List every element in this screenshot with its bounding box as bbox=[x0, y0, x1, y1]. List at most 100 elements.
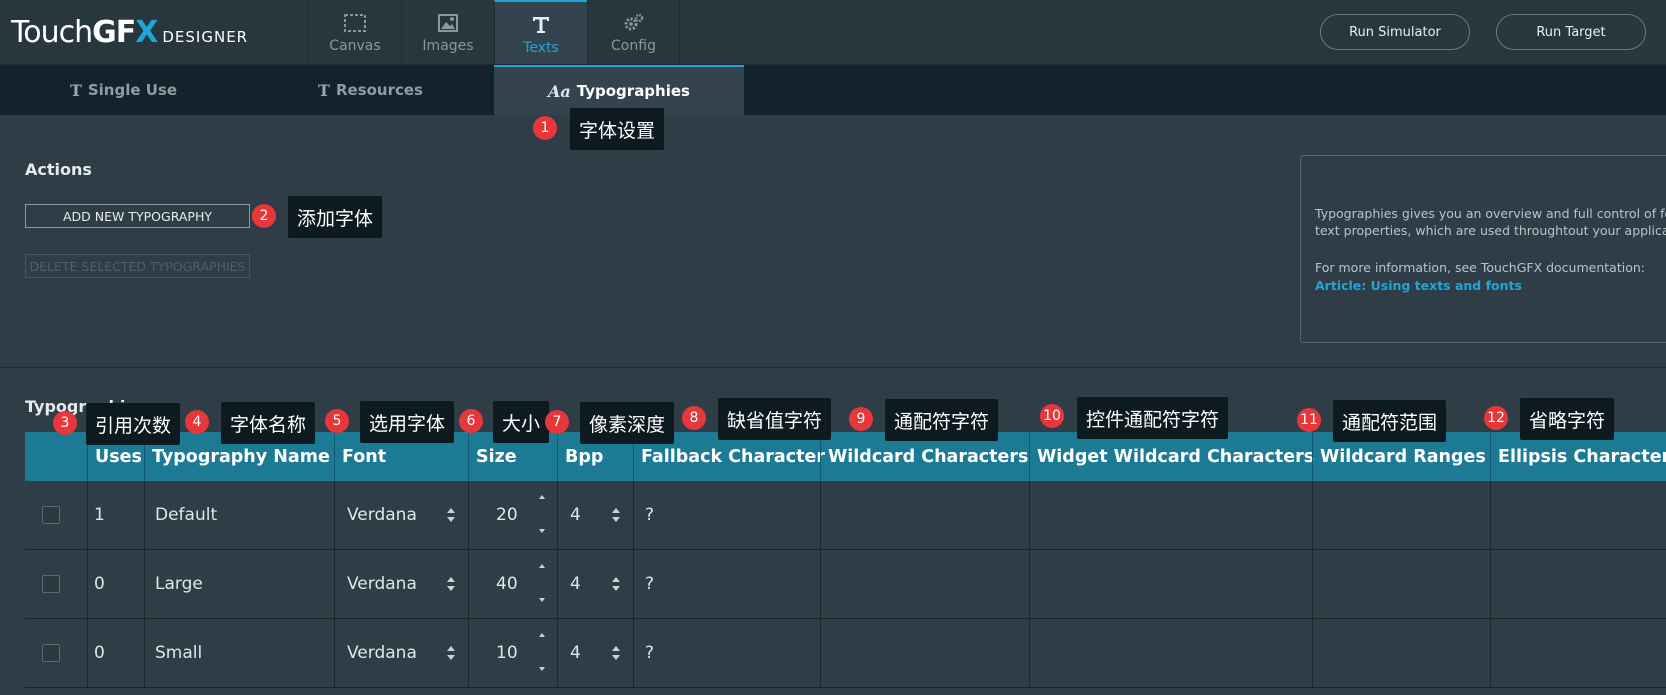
bpp-value: 4 bbox=[570, 505, 581, 525]
tab-texts[interactable]: Texts bbox=[494, 0, 587, 64]
subtab-resources[interactable]: T Resources bbox=[247, 65, 494, 115]
canvas-icon bbox=[309, 13, 401, 33]
uses-cell: 0 bbox=[87, 550, 144, 618]
font-select-value: Verdana bbox=[347, 574, 417, 594]
font-select[interactable]: Verdana bbox=[334, 619, 468, 687]
typography-name-cell[interactable]: Large bbox=[144, 550, 334, 618]
size-stepper[interactable]: 20 bbox=[468, 481, 557, 549]
tab-canvas[interactable]: Canvas bbox=[308, 0, 401, 64]
gears-icon bbox=[588, 13, 679, 33]
annotation-label-1: 字体设置 bbox=[570, 108, 665, 150]
image-icon bbox=[402, 13, 494, 33]
annotation-label-9: 通配符字符 bbox=[885, 399, 999, 441]
wildcard-ranges-cell[interactable] bbox=[1312, 619, 1490, 687]
annotation-label-7: 像素深度 bbox=[580, 402, 675, 444]
widget-wildcard-characters-cell[interactable] bbox=[1029, 481, 1312, 549]
annotation-badge-2: 2 bbox=[252, 204, 276, 228]
annotation-badge-6: 6 bbox=[459, 409, 483, 433]
table-row[interactable]: 0 Small Verdana 10 4 ? bbox=[25, 619, 1666, 688]
annotation-label-11: 通配符范围 bbox=[1333, 400, 1447, 442]
ellipsis-character-cell[interactable] bbox=[1490, 550, 1666, 618]
wildcard-characters-cell[interactable] bbox=[820, 550, 1029, 618]
annotation-badge-9: 9 bbox=[849, 407, 873, 431]
spin-down-icon[interactable] bbox=[537, 665, 547, 673]
typography-name-cell[interactable]: Default bbox=[144, 481, 334, 549]
text-icon: T bbox=[69, 80, 82, 100]
wildcard-characters-cell[interactable] bbox=[820, 619, 1029, 687]
row-checkbox[interactable] bbox=[42, 644, 60, 662]
info-text-line1: Typographies gives you an overview and f… bbox=[1315, 206, 1666, 221]
run-simulator-button[interactable]: Run Simulator bbox=[1320, 14, 1470, 50]
bpp-value: 4 bbox=[570, 574, 581, 594]
logo-text-touch: Touch bbox=[11, 15, 93, 50]
uses-cell: 0 bbox=[87, 619, 144, 687]
font-select[interactable]: Verdana bbox=[334, 550, 468, 618]
size-value: 20 bbox=[496, 505, 518, 525]
font-select-value: Verdana bbox=[347, 643, 417, 663]
table-row[interactable]: 1 Default Verdana 20 4 ? bbox=[25, 481, 1666, 550]
wildcard-ranges-cell[interactable] bbox=[1312, 550, 1490, 618]
subtab-typographies-label: Typographies bbox=[576, 82, 690, 100]
spin-down-icon[interactable] bbox=[537, 596, 547, 604]
add-new-typography-button[interactable]: ADD NEW TYPOGRAPHY bbox=[25, 204, 250, 228]
subtab-resources-label: Resources bbox=[335, 81, 423, 99]
ellipsis-character-cell[interactable] bbox=[1490, 619, 1666, 687]
tab-images-label: Images bbox=[422, 38, 474, 54]
tab-images[interactable]: Images bbox=[401, 0, 494, 64]
row-select-cell bbox=[25, 619, 87, 687]
annotation-label-3: 引用次数 bbox=[86, 403, 181, 445]
row-checkbox[interactable] bbox=[42, 575, 60, 593]
bpp-select[interactable]: 4 bbox=[557, 619, 633, 687]
wildcard-ranges-cell[interactable] bbox=[1312, 481, 1490, 549]
select-arrows-icon bbox=[447, 646, 455, 660]
run-target-button[interactable]: Run Target bbox=[1496, 14, 1646, 50]
fallback-character-cell[interactable]: ? bbox=[633, 481, 820, 549]
typography-name-cell[interactable]: Small bbox=[144, 619, 334, 687]
bpp-select[interactable]: 4 bbox=[557, 481, 633, 549]
tab-config[interactable]: Config bbox=[587, 0, 680, 64]
select-arrows-icon bbox=[612, 508, 620, 522]
typography-icon: Aa bbox=[548, 81, 571, 101]
annotation-badge-5: 5 bbox=[325, 409, 349, 433]
bpp-value: 4 bbox=[570, 643, 581, 663]
size-value: 40 bbox=[496, 574, 518, 594]
size-stepper[interactable]: 10 bbox=[468, 619, 557, 687]
resources-text-icon: T bbox=[318, 80, 330, 100]
ellipsis-character-cell[interactable] bbox=[1490, 481, 1666, 549]
documentation-link[interactable]: Article: Using texts and fonts bbox=[1315, 278, 1522, 293]
annotation-label-4: 字体名称 bbox=[221, 402, 316, 444]
select-arrows-icon bbox=[612, 646, 620, 660]
annotation-badge-7: 7 bbox=[545, 410, 569, 434]
fallback-character-cell[interactable]: ? bbox=[633, 619, 820, 687]
wildcard-characters-cell[interactable] bbox=[820, 481, 1029, 549]
spin-up-icon[interactable] bbox=[537, 631, 547, 639]
annotation-badge-4: 4 bbox=[185, 410, 209, 434]
select-arrows-icon bbox=[447, 508, 455, 522]
size-stepper[interactable]: 40 bbox=[468, 550, 557, 618]
annotation-badge-12: 12 bbox=[1484, 406, 1508, 430]
header-select bbox=[25, 432, 87, 481]
spin-up-icon[interactable] bbox=[537, 562, 547, 570]
widget-wildcard-characters-cell[interactable] bbox=[1029, 619, 1312, 687]
font-select-value: Verdana bbox=[347, 505, 417, 525]
row-select-cell bbox=[25, 481, 87, 549]
fallback-character-cell[interactable]: ? bbox=[633, 550, 820, 618]
subtab-single-use[interactable]: T Single Use bbox=[0, 65, 247, 115]
annotation-badge-11: 11 bbox=[1297, 408, 1321, 432]
bpp-select[interactable]: 4 bbox=[557, 550, 633, 618]
font-select[interactable]: Verdana bbox=[334, 481, 468, 549]
table-row[interactable]: 0 Large Verdana 40 4 ? bbox=[25, 550, 1666, 619]
touchgfx-logo: Touch GFX DESIGNER bbox=[11, 15, 248, 50]
header-widget-wildcard-characters[interactable]: Widget Wildcard Characters bbox=[1029, 432, 1314, 481]
top-bar: Touch GFX DESIGNER Canvas Images Texts C… bbox=[0, 0, 1666, 65]
size-value: 10 bbox=[496, 643, 518, 663]
widget-wildcard-characters-cell[interactable] bbox=[1029, 550, 1312, 618]
annotation-label-12: 省略字符 bbox=[1520, 398, 1615, 440]
spin-down-icon[interactable] bbox=[537, 527, 547, 535]
annotation-badge-8: 8 bbox=[682, 406, 706, 430]
tab-texts-label: Texts bbox=[523, 40, 559, 56]
annotation-label-2: 添加字体 bbox=[288, 196, 383, 238]
row-checkbox[interactable] bbox=[42, 506, 60, 524]
delete-selected-typographies-button[interactable]: DELETE SELECTED TYPOGRAPHIES bbox=[25, 254, 250, 278]
spin-up-icon[interactable] bbox=[537, 493, 547, 501]
